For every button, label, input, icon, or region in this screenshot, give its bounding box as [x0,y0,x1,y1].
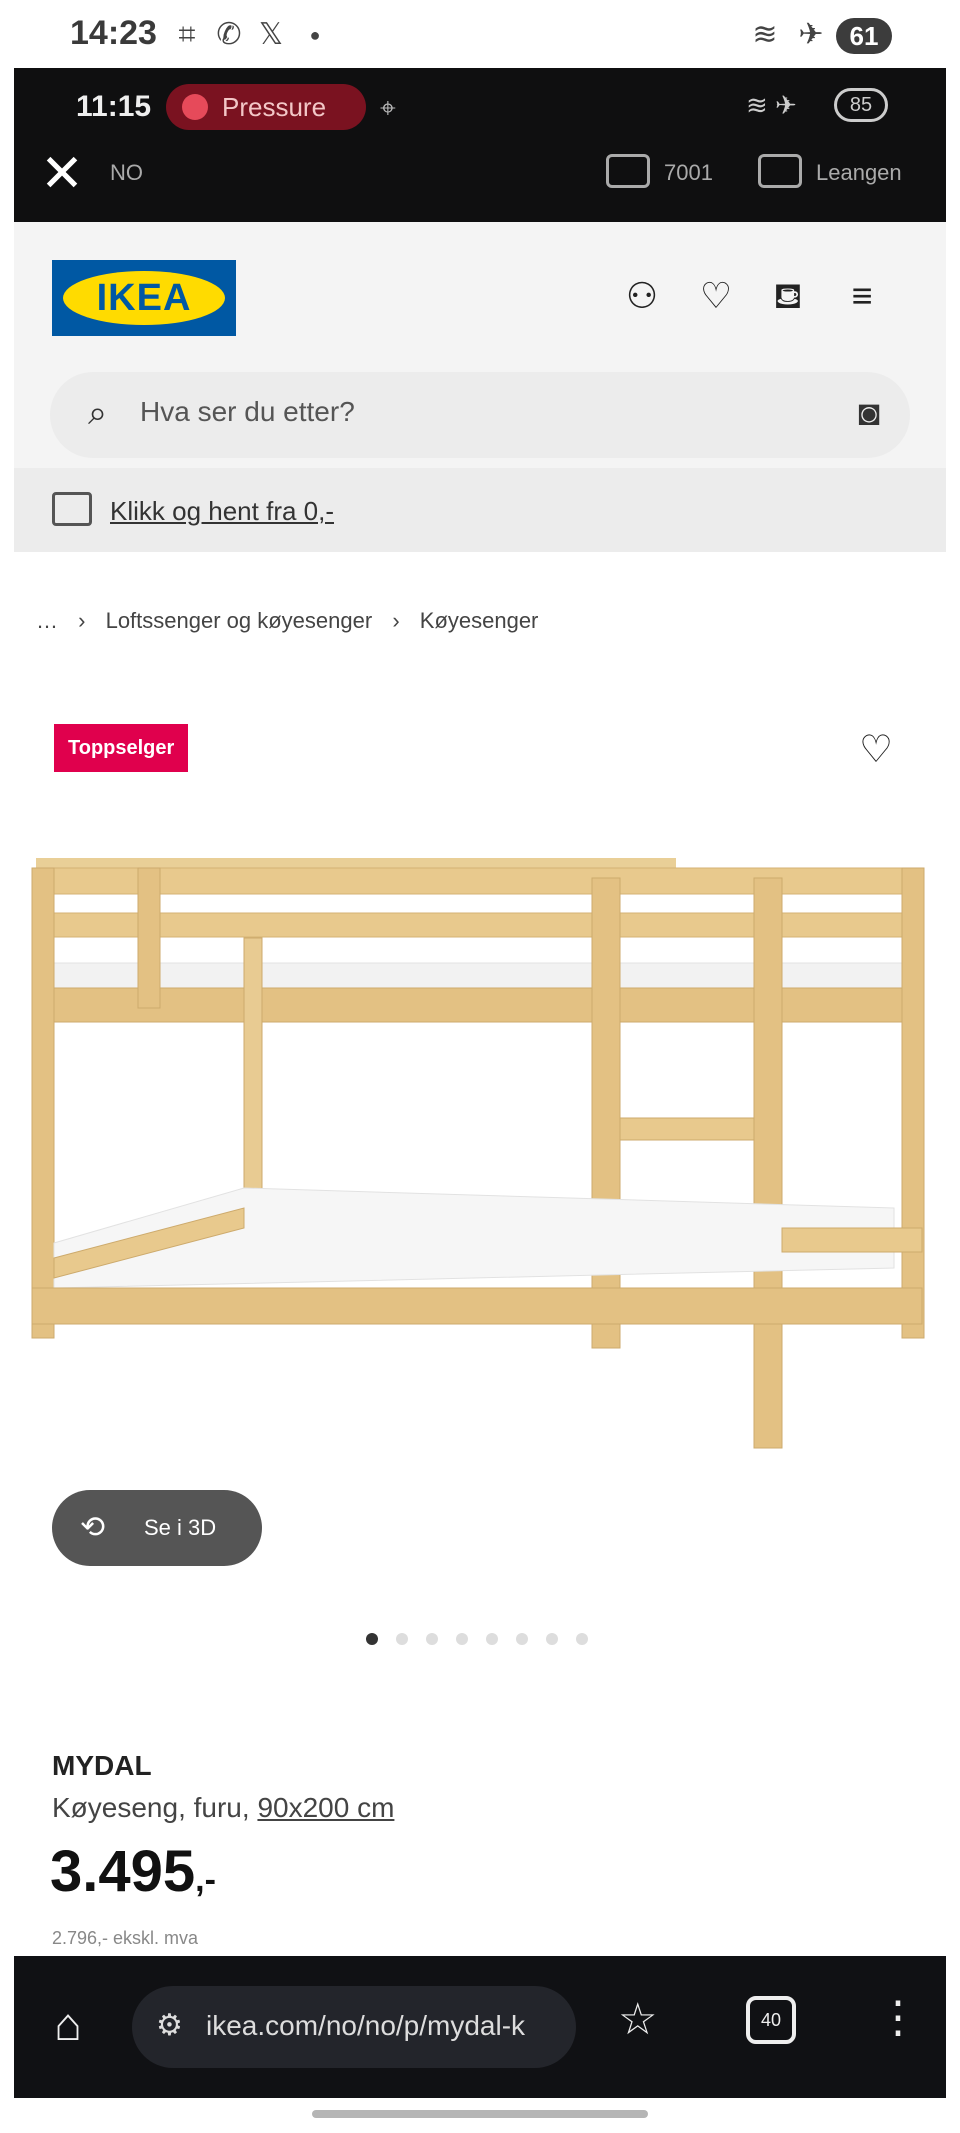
device-clock: 14:23 [70,14,157,52]
address-bar[interactable]: ⚙ ikea.com/no/no/p/mydal-k [132,1986,576,2068]
carousel-dot[interactable] [396,1633,408,1645]
inner-status-bar: 11:15 Pressure ⌖ ≋ ✈ 85 ✕ NO 7001 Leange… [14,68,946,222]
close-icon[interactable]: ✕ [36,148,88,200]
bookmark-star-icon[interactable]: ☆ [618,1994,657,2045]
breadcrumb-separator: › [392,608,400,633]
home-icon[interactable]: ⌂ [38,1994,98,2054]
store-name[interactable]: Leangen [816,160,902,186]
camera-search-icon[interactable]: ◙ [858,392,880,434]
wifi-icon: ≋ [752,18,778,51]
click-collect-icon [52,492,92,526]
view-in-3d-label: Se i 3D [144,1515,217,1540]
bestseller-badge: Toppselger [54,724,189,772]
airplane-icon: ✈ [798,18,824,51]
click-collect-banner[interactable]: Klikk og hent fra 0,- [14,468,946,552]
store-icon [758,154,802,188]
focus-icon: ⌖ [380,92,396,123]
device-status-bar: 14:23 ⌗ ✆ 𝕏 ● ≋ ✈ 61 [0,0,960,68]
price-value: 3.495 [50,1839,196,1904]
breadcrumb-item-bunk-beds[interactable]: Køyesenger [420,608,539,633]
search-bar[interactable]: ⌕ Hva ser du etter? ◙ [50,372,910,458]
truck-icon [606,154,650,188]
gesture-handle[interactable] [312,2110,648,2118]
carousel-dot[interactable] [546,1633,558,1645]
rotate-3d-icon: ⟲ [80,1511,106,1544]
product-type: Køyeseng, furu, [52,1792,250,1823]
inner-signal-icons: ≋ ✈ [746,90,797,120]
ikea-logo[interactable]: IKEA [52,260,236,336]
click-collect-link[interactable]: Klikk og hent fra 0,- [110,496,334,527]
whatsapp-icon: ✆ [216,18,242,51]
battery-indicator: 61 [836,18,892,54]
carousel-dot[interactable] [426,1633,438,1645]
pressure-icon [182,94,208,120]
product-name: MYDAL [52,1750,152,1781]
browser-toolbar: ⌂ ⚙ ikea.com/no/no/p/mydal-k ☆ 40 ⋮ [14,1956,946,2098]
search-icon: ⌕ [88,394,108,432]
carousel-dot[interactable] [486,1633,498,1645]
screenshot-preview: 11:15 Pressure ⌖ ≋ ✈ 85 ✕ NO 7001 Leange… [14,68,946,2098]
product-size-link[interactable]: 90x200 cm [257,1792,394,1823]
inner-battery: 85 [834,88,888,122]
pressure-pill: Pressure [166,84,366,130]
breadcrumb-item-loft-beds[interactable]: Loftssenger og køyesenger [106,608,373,633]
price-suffix: ,- [195,1861,216,1899]
carousel-dot[interactable] [576,1633,588,1645]
product-image[interactable] [14,788,946,1548]
url-text[interactable]: ikea.com/no/no/p/mydal-k [206,2010,556,2042]
menu-icon[interactable]: ≡ [840,274,884,318]
view-in-3d-button[interactable]: ⟲ Se i 3D [52,1490,262,1566]
account-icon[interactable]: ⚇ [620,274,664,318]
product-price: 3.495,- [50,1838,216,1905]
promo-region: NO [110,160,143,185]
screenshot-icon: ⌗ [178,18,196,51]
carousel-dot[interactable] [456,1633,468,1645]
price-excl-vat: 2.796,- ekskl. mva [52,1928,199,1948]
favourites-icon[interactable]: ♡ [694,274,738,318]
more-menu-icon[interactable]: ⋮ [876,1992,920,2043]
delivery-postcode[interactable]: 7001 [664,160,713,186]
carousel-dot[interactable] [516,1633,528,1645]
logo-text: IKEA [63,271,225,325]
x-app-icon: 𝕏 [258,18,284,51]
site-settings-icon[interactable]: ⚙ [156,2008,183,2043]
tab-switcher[interactable]: 40 [746,1996,796,2044]
inner-clock: 11:15 [76,90,152,123]
carousel-dot[interactable] [366,1633,378,1645]
breadcrumb-item-root[interactable]: … [36,608,58,633]
add-to-favourites-icon[interactable]: ♡ [852,726,900,774]
notification-dot-icon: ● [309,25,321,45]
search-placeholder[interactable]: Hva ser du etter? [140,396,355,428]
basket-icon[interactable]: ⛾ [766,274,810,318]
product-description: Køyeseng, furu, 90x200 cm [52,1792,394,1824]
image-carousel-dots[interactable] [366,1632,606,1650]
pressure-label: Pressure [222,92,327,122]
breadcrumb-separator: › [78,608,86,633]
breadcrumb: … › Loftssenger og køyesenger › Køyeseng… [36,608,552,634]
